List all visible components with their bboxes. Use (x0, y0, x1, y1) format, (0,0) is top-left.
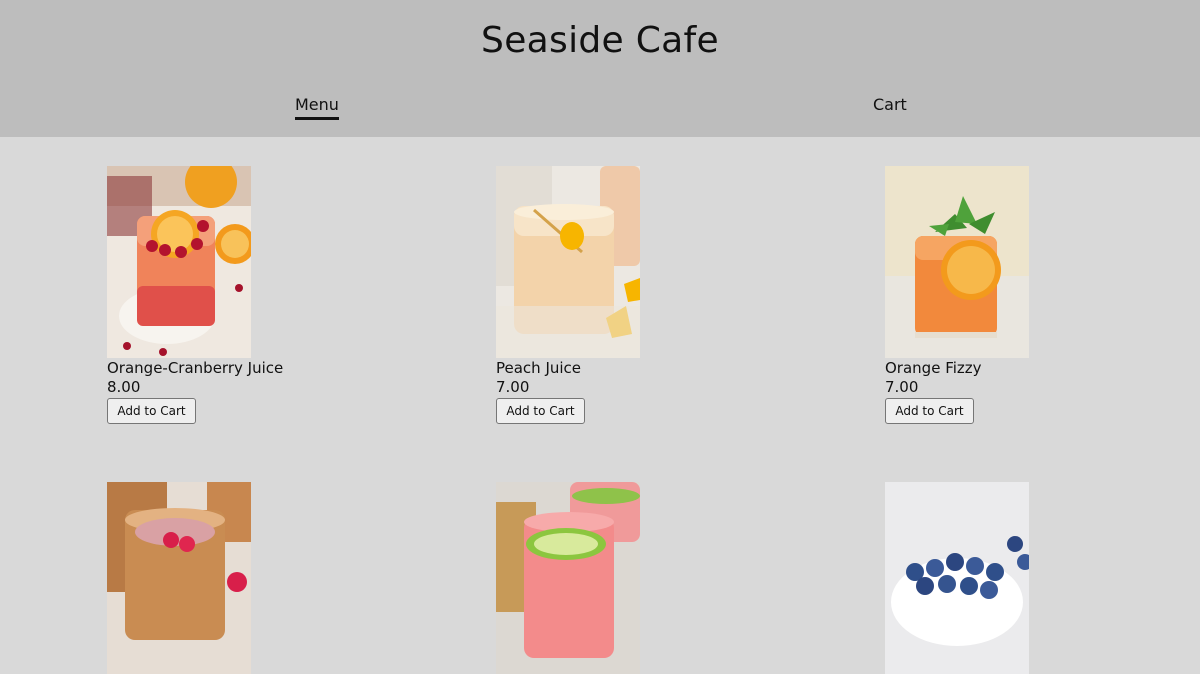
product-price: 7.00 (496, 378, 530, 396)
product-image[interactable] (885, 482, 1029, 674)
nav-cart-link[interactable]: Cart (873, 95, 907, 114)
product-image[interactable] (496, 482, 640, 674)
product-image[interactable] (496, 166, 640, 358)
site-header: Seaside Cafe Menu Cart (0, 0, 1200, 137)
add-to-cart-button[interactable]: Add to Cart (107, 398, 196, 424)
product-name: Orange Fizzy (885, 359, 982, 377)
nav-menu-link[interactable]: Menu (295, 95, 339, 120)
add-to-cart-button[interactable]: Add to Cart (496, 398, 585, 424)
product-image[interactable] (885, 166, 1029, 358)
add-to-cart-button[interactable]: Add to Cart (885, 398, 974, 424)
product-image[interactable] (107, 482, 251, 674)
site-title: Seaside Cafe (481, 20, 719, 61)
product-image[interactable] (107, 166, 251, 358)
product-name: Peach Juice (496, 359, 582, 377)
product-price: 7.00 (885, 378, 919, 396)
product-price: 8.00 (107, 378, 141, 396)
product-name: Orange-Cranberry Juice (107, 359, 284, 377)
